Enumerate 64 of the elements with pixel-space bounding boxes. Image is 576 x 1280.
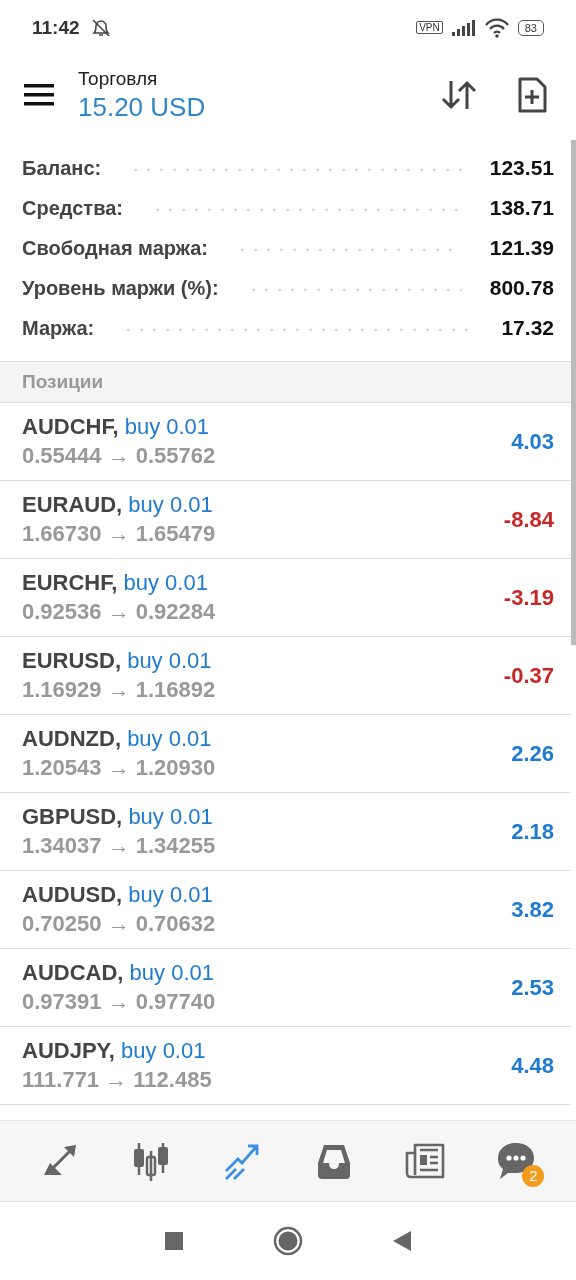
profit-value: -0.37: [503, 662, 554, 689]
back-button[interactable]: [391, 1230, 413, 1252]
profit-value: 2.18: [511, 818, 554, 845]
position-title: GBPUSD, buy 0.01: [22, 804, 214, 830]
summary-value: 121.39: [489, 236, 554, 260]
battery-level: 83: [517, 19, 544, 36]
price-change: 111.771 → 112.485: [22, 1067, 213, 1093]
square-icon: [163, 1230, 185, 1252]
price-change: 0.70250 → 0.70632: [22, 911, 217, 937]
position-title: EURUSD, buy 0.01: [22, 648, 213, 674]
price-change: 1.20543 → 1.20930: [22, 755, 217, 781]
back-icon: [391, 1230, 413, 1252]
notification-badge: 2: [522, 1165, 545, 1187]
recents-button[interactable]: [163, 1230, 185, 1252]
position-title: AUDCHF, buy 0.01: [22, 414, 211, 440]
price-change: 0.55444 → 0.55762: [22, 443, 217, 469]
chat-bubble-icon: [496, 1141, 537, 1181]
circle-icon: [273, 1226, 303, 1256]
position-title: EURCHF, buy 0.01: [22, 570, 209, 596]
candlestick-icon: [131, 1141, 171, 1181]
position-row[interactable]: AUDJPY, buy 0.01 111.771 → 112.485 4.48: [0, 1027, 571, 1105]
menu-icon: [24, 84, 54, 106]
summary-label: Свободная маржа:: [22, 236, 208, 260]
summary-label: Баланс:: [22, 156, 102, 180]
position-row[interactable]: AUDNZD, buy 0.01 1.20543 → 1.20930 2.26: [0, 715, 571, 793]
position-row[interactable]: GBPUSD, buy 0.01 1.34037 → 1.34255 2.18: [0, 793, 571, 871]
screen-title: Торговля: [78, 67, 159, 90]
mute-icon: [89, 16, 112, 39]
position-title: AUDUSD, buy 0.01: [22, 882, 214, 908]
home-button[interactable]: [273, 1226, 303, 1256]
status-time: 11:42: [32, 16, 80, 39]
profit-value: -8.84: [503, 506, 554, 533]
signal-icon: [450, 18, 476, 37]
vpn-label: VPN: [416, 21, 443, 34]
price-change: 0.97391 → 0.97740: [22, 989, 217, 1015]
summary-value: 138.71: [489, 196, 554, 220]
summary-label: Уровень маржи (%):: [22, 276, 219, 300]
position-row[interactable]: AUDUSD, buy 0.01 0.70250 → 0.70632 3.82: [0, 871, 571, 949]
profit-value: 2.26: [511, 740, 554, 767]
newspaper-icon: [404, 1141, 445, 1181]
position-row[interactable]: EURUSD, buy 0.01 1.16929 → 1.16892 -0.37: [0, 637, 571, 715]
profit-value: -3.19: [503, 584, 554, 611]
position-title: AUDCAD, buy 0.01: [22, 960, 215, 986]
price-change: 1.66730 → 1.65479: [22, 521, 217, 547]
summary-value: 17.32: [501, 316, 554, 340]
profit-value: 2.53: [511, 974, 554, 1001]
profit-value: 4.03: [511, 428, 554, 455]
profit-total: 15.20 USD: [78, 91, 207, 123]
summary-value: 123.51: [489, 156, 554, 180]
price-change: 1.16929 → 1.16892: [22, 677, 217, 703]
position-title: AUDJPY, buy 0.01: [22, 1038, 207, 1064]
summary-label: Маржа:: [22, 316, 95, 340]
position-title: AUDNZD, buy 0.01: [22, 726, 213, 752]
profit-value: 3.82: [511, 896, 554, 923]
position-row[interactable]: AUDCAD, buy 0.01 0.97391 → 0.97740 2.53: [0, 949, 571, 1027]
price-change: 1.34037 → 1.34255: [22, 833, 217, 859]
section-header: Позиции: [0, 362, 571, 403]
wifi-icon: [483, 16, 510, 39]
new-document-icon: [517, 77, 548, 113]
summary-label: Средства:: [22, 196, 123, 220]
price-change: 0.92536 → 0.92284: [22, 599, 217, 625]
position-title: EURAUD, buy 0.01: [22, 492, 214, 518]
profit-value: 4.48: [511, 1052, 554, 1079]
summary-value: 800.78: [489, 276, 554, 300]
